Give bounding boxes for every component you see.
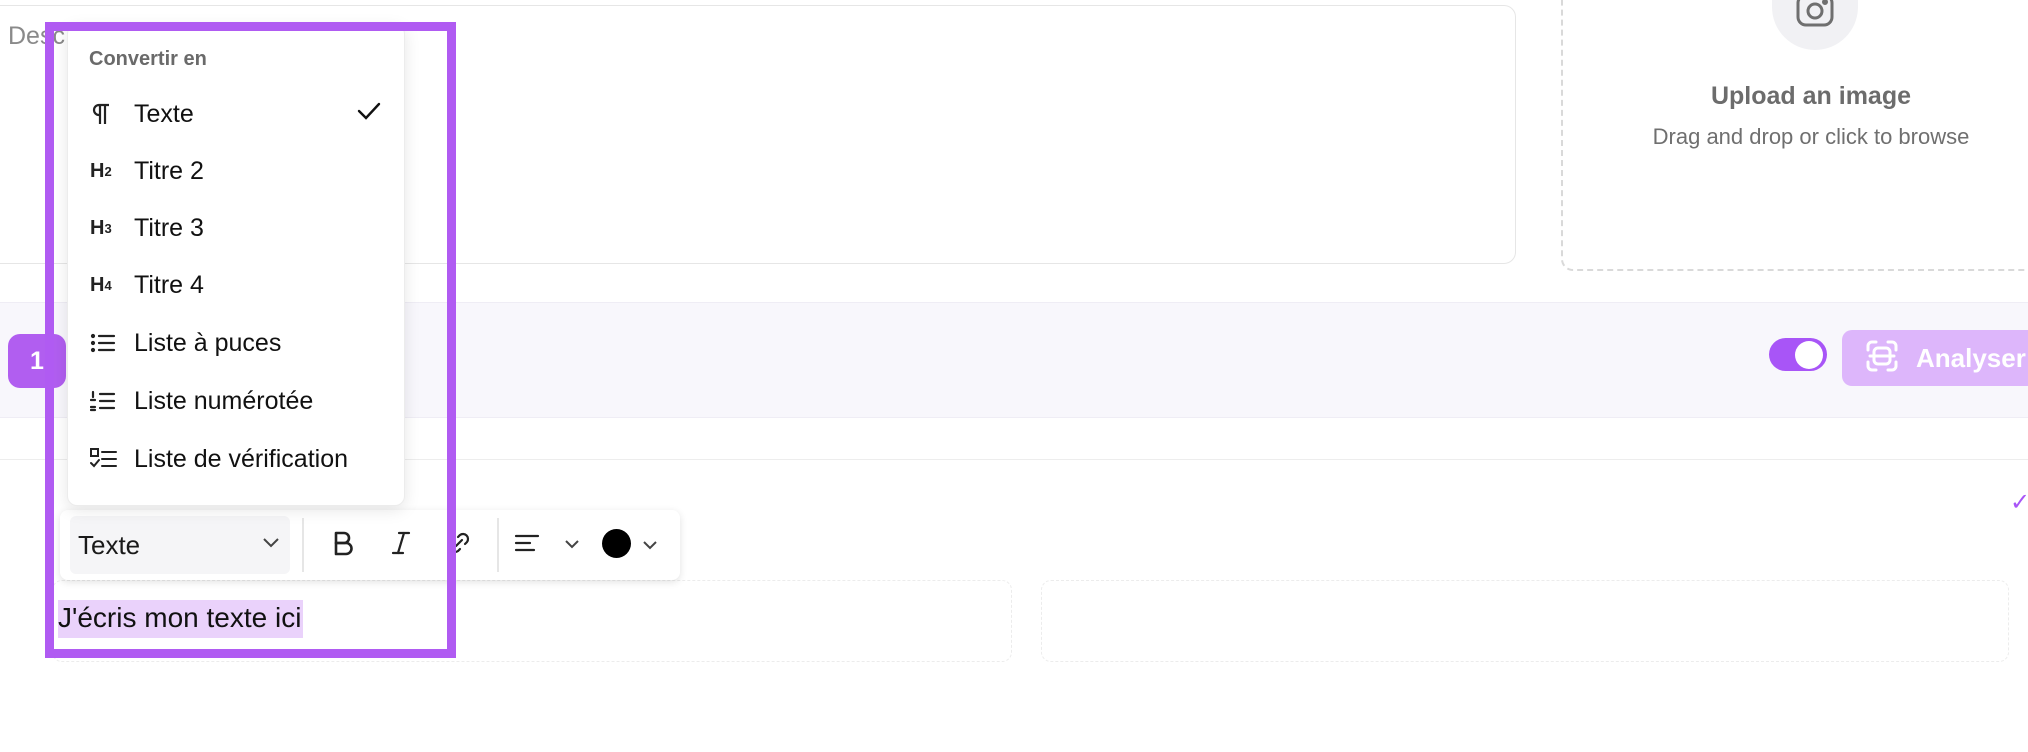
upload-title: Upload an image	[1710, 82, 1912, 110]
highlight-box	[45, 22, 456, 658]
toggle-knob	[1795, 341, 1823, 369]
toolbar-separator	[497, 518, 499, 572]
align-dropdown[interactable]	[514, 522, 580, 568]
check-icon: ✓	[2010, 489, 2028, 516]
chevron-down-icon[interactable]	[642, 537, 658, 555]
camera-icon	[1796, 0, 1834, 32]
upload-subtitle: Drag and drop or click to browse	[1652, 124, 1970, 149]
editor-right[interactable]	[1041, 580, 2009, 662]
text-color-swatch[interactable]	[602, 529, 631, 558]
analyze-button-label: Analyser	[1916, 342, 2026, 373]
scan-icon	[1864, 338, 1900, 379]
analyze-button[interactable]: Analyser	[1842, 330, 2028, 386]
align-left-icon	[514, 532, 540, 559]
chevron-down-icon	[564, 536, 580, 554]
